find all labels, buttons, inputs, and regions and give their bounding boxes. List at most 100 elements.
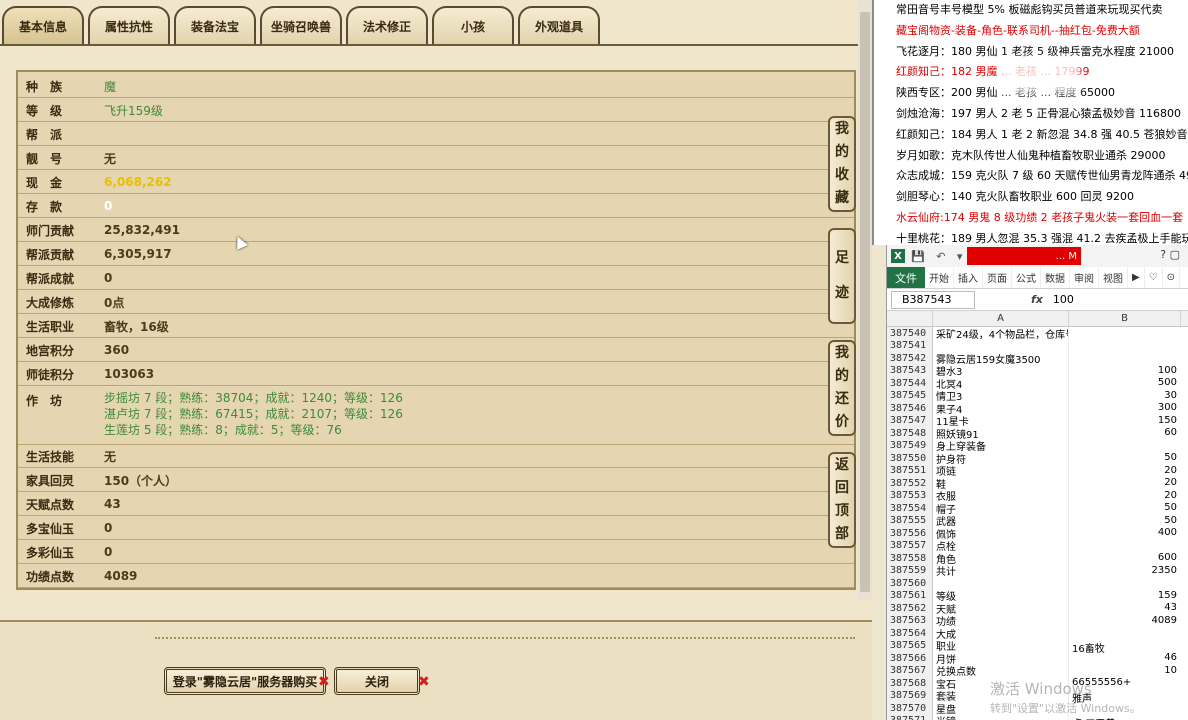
- cell-b[interactable]: 43: [1069, 602, 1181, 615]
- row-number[interactable]: 387546: [887, 402, 933, 415]
- cell-a[interactable]: 衣服: [933, 489, 1069, 502]
- tab-spell-mods[interactable]: 法术修正: [346, 6, 428, 44]
- cell-b[interactable]: 2350: [1069, 565, 1181, 578]
- sheet-row[interactable]: 387544 北冥4 500: [887, 377, 1188, 390]
- row-number[interactable]: 387548: [887, 427, 933, 440]
- ribbon-tab[interactable]: 插入: [954, 267, 983, 288]
- login-server-buy-button[interactable]: 登录"雾隐云居"服务器购买: [164, 667, 326, 695]
- cell-b[interactable]: 150: [1069, 415, 1181, 428]
- sheet-row[interactable]: 387550 护身符 50: [887, 452, 1188, 465]
- row-number[interactable]: 387560: [887, 577, 933, 590]
- cell-a[interactable]: 果子4: [933, 402, 1069, 415]
- cell-b[interactable]: [1069, 352, 1181, 365]
- tab-equipment[interactable]: 装备法宝: [174, 6, 256, 44]
- row-number[interactable]: 387555: [887, 514, 933, 527]
- cell-a[interactable]: 帽子: [933, 502, 1069, 515]
- row-number[interactable]: 387569: [887, 689, 933, 702]
- panel-scrollbar[interactable]: [858, 0, 872, 600]
- close-button[interactable]: 关闭: [334, 667, 420, 695]
- sheet-row[interactable]: 387549 身上穿装备: [887, 439, 1188, 452]
- my-bargains-button[interactable]: 我 的 还 价: [828, 340, 856, 436]
- cell-a[interactable]: 大成: [933, 627, 1069, 640]
- sheet-row[interactable]: 387555 武器 50: [887, 514, 1188, 527]
- window-controls[interactable]: ? ▢: [1160, 248, 1180, 261]
- cell-a[interactable]: 天赋: [933, 602, 1069, 615]
- row-number[interactable]: 387547: [887, 414, 933, 427]
- sheet-row[interactable]: 387545 情卫3 30: [887, 389, 1188, 403]
- ribbon-feedback-icon[interactable]: ♡: [1145, 267, 1163, 288]
- cell-b[interactable]: [1069, 627, 1181, 640]
- tab-appearance[interactable]: 外观道具: [518, 6, 600, 44]
- cell-a[interactable]: [933, 577, 1069, 590]
- cell-a[interactable]: 北冥4: [933, 377, 1069, 390]
- sheet-row[interactable]: 387546 果子4 300: [887, 402, 1188, 415]
- row-number[interactable]: 387540: [887, 327, 933, 340]
- cell-a[interactable]: 情卫3: [933, 389, 1069, 402]
- sheet-row[interactable]: 387554 帽子 50: [887, 502, 1188, 515]
- cell-a[interactable]: 月饼: [933, 652, 1069, 665]
- ribbon-account-icon[interactable]: ⊙: [1163, 267, 1181, 288]
- cell-b[interactable]: 20: [1069, 490, 1181, 503]
- column-header-a[interactable]: A: [933, 311, 1069, 326]
- row-number[interactable]: 387552: [887, 477, 933, 490]
- cell-a[interactable]: 点栓: [933, 539, 1069, 552]
- cell-a[interactable]: 照妖镜91: [933, 427, 1069, 440]
- cell-a[interactable]: 等级: [933, 589, 1069, 602]
- cell-b[interactable]: 300: [1069, 402, 1181, 415]
- sheet-row[interactable]: 387541: [887, 339, 1188, 353]
- row-number[interactable]: 387568: [887, 677, 933, 690]
- cell-b[interactable]: [1069, 540, 1181, 553]
- row-number[interactable]: 387561: [887, 589, 933, 602]
- sheet-row[interactable]: 387564 大成: [887, 627, 1188, 640]
- cell-a[interactable]: 职业: [933, 639, 1069, 652]
- ribbon-tab[interactable]: 数据: [1041, 267, 1070, 288]
- sheet-row[interactable]: 387559 共计 2350: [887, 564, 1188, 578]
- cell-a[interactable]: 碧水3: [933, 364, 1069, 377]
- row-number[interactable]: 387553: [887, 489, 933, 502]
- sheet-row[interactable]: 387542 雾隐云居159女魔3500: [887, 352, 1188, 365]
- cell-a[interactable]: 护身符: [933, 452, 1069, 465]
- cell-b[interactable]: 100: [1069, 365, 1181, 378]
- cell-b[interactable]: 20: [1069, 477, 1181, 490]
- cell-b[interactable]: [1069, 340, 1181, 353]
- sheet-row[interactable]: 387556 佩饰 400: [887, 527, 1188, 540]
- tab-basic-info[interactable]: 基本信息: [2, 6, 84, 44]
- scroll-thumb[interactable]: [860, 12, 870, 592]
- row-number[interactable]: 387550: [887, 452, 933, 465]
- cell-b[interactable]: 50: [1069, 502, 1181, 515]
- row-number[interactable]: 387551: [887, 464, 933, 477]
- name-box[interactable]: B387543: [891, 290, 975, 309]
- sheet-row[interactable]: 387553 衣服 20: [887, 489, 1188, 503]
- row-number[interactable]: 387570: [887, 702, 933, 715]
- cell-b[interactable]: 600: [1069, 552, 1181, 565]
- cell-b[interactable]: 400: [1069, 527, 1181, 540]
- cell-b[interactable]: 60: [1069, 427, 1181, 440]
- cell-a[interactable]: 项链: [933, 464, 1069, 477]
- sheet-row[interactable]: 387540 采矿24级，4个物品栏，仓库号: [887, 327, 1188, 340]
- sheet-row[interactable]: 387562 天赋 43: [887, 602, 1188, 615]
- sheet-row[interactable]: 387552 鞋 20: [887, 477, 1188, 490]
- cell-a[interactable]: 武器: [933, 514, 1069, 527]
- row-number[interactable]: 387544: [887, 377, 933, 390]
- sheet-row[interactable]: 387567 兑换点数 10: [887, 664, 1188, 677]
- cell-b[interactable]: 30: [1069, 390, 1181, 403]
- tab-attributes[interactable]: 属性抗性: [88, 6, 170, 44]
- cell-a[interactable]: [933, 339, 1069, 352]
- cell-a[interactable]: 鞋: [933, 477, 1069, 490]
- column-header-b[interactable]: B: [1069, 311, 1181, 326]
- ribbon-tab[interactable]: 开始: [925, 267, 954, 288]
- row-number[interactable]: 387564: [887, 627, 933, 640]
- cell-b[interactable]: 500: [1069, 377, 1181, 390]
- row-number[interactable]: 387545: [887, 389, 933, 402]
- sheet-row[interactable]: 387560: [887, 577, 1188, 590]
- sheet-row[interactable]: 387565 职业 16畜牧: [887, 639, 1188, 655]
- close-x-icon[interactable]: ✖: [418, 674, 430, 690]
- cell-a[interactable]: 佩饰: [933, 527, 1069, 540]
- sheet-row[interactable]: 387557 点栓: [887, 539, 1188, 553]
- cell-b[interactable]: 16畜牧: [1069, 640, 1181, 655]
- cell-b[interactable]: [1069, 577, 1181, 590]
- row-number[interactable]: 387558: [887, 552, 933, 565]
- cell-b[interactable]: [1069, 327, 1181, 340]
- cell-a[interactable]: 身上穿装备: [933, 439, 1069, 452]
- cell-a[interactable]: 雾隐云居159女魔3500: [933, 352, 1069, 365]
